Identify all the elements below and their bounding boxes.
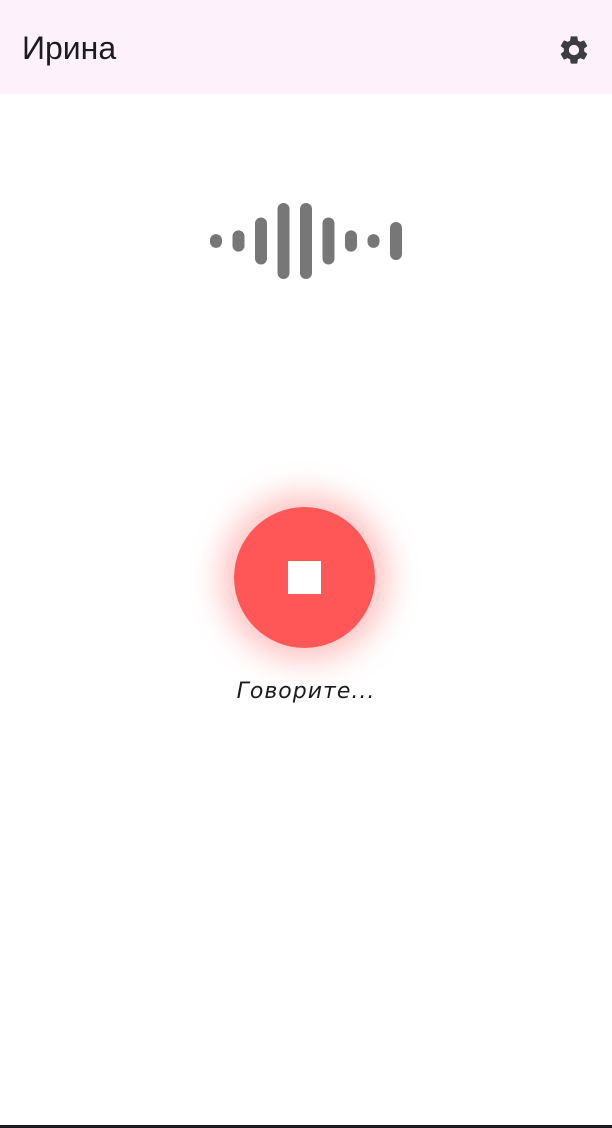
waveform-bar xyxy=(255,217,267,265)
waveform-bar xyxy=(232,230,245,252)
stop-recording-button[interactable] xyxy=(234,507,375,648)
settings-button[interactable] xyxy=(550,26,598,74)
waveform-bar xyxy=(277,203,290,279)
gear-icon xyxy=(560,36,588,64)
voice-waveform-icon xyxy=(210,203,402,279)
status-text: Говорите... xyxy=(236,679,376,704)
stop-icon xyxy=(288,561,321,594)
waveform-bar xyxy=(367,234,380,248)
app-title: Ирина xyxy=(22,30,117,66)
waveform-bar xyxy=(300,203,312,279)
app-bar: Ирина xyxy=(0,0,612,94)
waveform-bar xyxy=(345,230,357,252)
waveform-bar xyxy=(322,217,335,265)
waveform-bar xyxy=(210,234,222,248)
waveform-bar xyxy=(390,222,402,260)
voice-assistant-screen: Ирина Говорите... xyxy=(0,0,612,1128)
